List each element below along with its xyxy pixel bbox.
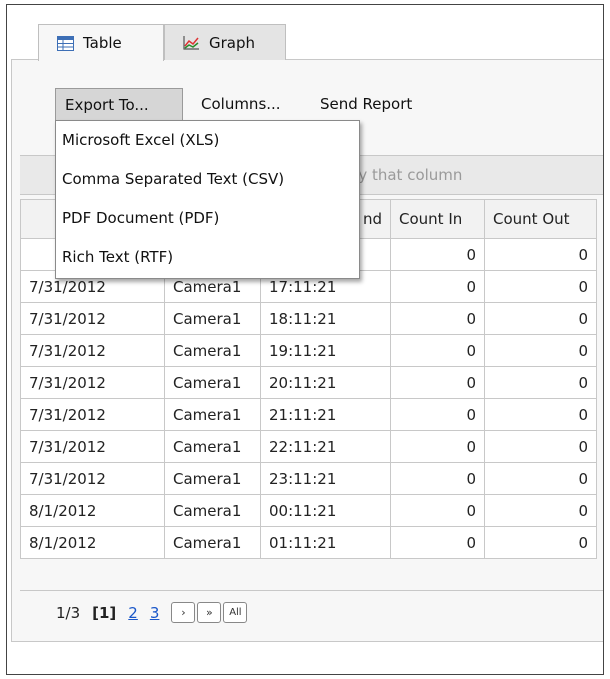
menu-item-csv[interactable]: Comma Separated Text (CSV) — [56, 160, 359, 199]
cell-count-out: 0 — [484, 398, 597, 431]
cell-date: 7/31/2012 — [20, 462, 165, 495]
cell-time: 00:11:21 — [260, 494, 391, 527]
line-chart-icon — [183, 35, 200, 50]
cell-count-in: 0 — [390, 334, 485, 367]
cell-count-out: 0 — [484, 526, 597, 559]
tab-table-label: Table — [83, 34, 122, 52]
cell-count-out: 0 — [484, 238, 597, 271]
page-info: 1/3 — [56, 603, 81, 622]
cell-date: 7/31/2012 — [20, 398, 165, 431]
column-header-count-in[interactable]: Count In — [390, 199, 485, 239]
table-row[interactable]: 7/31/2012 Camera1 18:11:21 0 0 — [20, 302, 597, 335]
table-row[interactable]: 8/1/2012 Camera1 01:11:21 0 0 — [20, 526, 597, 559]
cell-camera: Camera1 — [164, 462, 261, 495]
last-page-icon[interactable]: » — [197, 602, 222, 623]
cell-time: 21:11:21 — [260, 398, 391, 431]
export-menu: Microsoft Excel (XLS) Comma Separated Te… — [55, 120, 360, 279]
cell-count-in: 0 — [390, 430, 485, 463]
cell-date: 8/1/2012 — [20, 526, 165, 559]
cell-time: 18:11:21 — [260, 302, 391, 335]
cell-count-out: 0 — [484, 302, 597, 335]
cell-camera: Camera1 — [164, 526, 261, 559]
cell-date: 7/31/2012 — [20, 430, 165, 463]
cell-count-in: 0 — [390, 270, 485, 303]
show-all-button[interactable]: All — [223, 602, 248, 623]
cell-count-out: 0 — [484, 494, 597, 527]
cell-count-out: 0 — [484, 270, 597, 303]
menu-item-xls[interactable]: Microsoft Excel (XLS) — [56, 121, 359, 160]
cell-count-in: 0 — [390, 494, 485, 527]
pager: 1/3 [1] 2 3 › » All — [20, 590, 603, 634]
current-page: [1] — [92, 603, 117, 622]
table-row[interactable]: 7/31/2012 Camera1 20:11:21 0 0 — [20, 366, 597, 399]
cell-camera: Camera1 — [164, 398, 261, 431]
tab-graph-label: Graph — [209, 33, 256, 52]
export-to-button[interactable]: Export To... — [55, 88, 183, 120]
page-link-3[interactable]: 3 — [150, 604, 160, 622]
send-report-button[interactable]: Send Report — [320, 88, 412, 120]
cell-count-in: 0 — [390, 398, 485, 431]
cell-date: 7/31/2012 — [20, 302, 165, 335]
columns-button[interactable]: Columns... — [201, 88, 281, 120]
cell-camera: Camera1 — [164, 366, 261, 399]
cell-camera: Camera1 — [164, 334, 261, 367]
cell-camera: Camera1 — [164, 430, 261, 463]
page-link-2[interactable]: 2 — [128, 604, 138, 622]
cell-camera: Camera1 — [164, 302, 261, 335]
menu-item-pdf[interactable]: PDF Document (PDF) — [56, 199, 359, 238]
table-row[interactable]: 7/31/2012 Camera1 19:11:21 0 0 — [20, 334, 597, 367]
cell-count-out: 0 — [484, 334, 597, 367]
cell-count-in: 0 — [390, 302, 485, 335]
menu-item-rtf[interactable]: Rich Text (RTF) — [56, 238, 359, 277]
cell-count-in: 0 — [390, 366, 485, 399]
cell-count-out: 0 — [484, 462, 597, 495]
cell-time: 01:11:21 — [260, 526, 391, 559]
tab-graph[interactable]: Graph — [164, 24, 286, 60]
cell-date: 7/31/2012 — [20, 366, 165, 399]
table-row[interactable]: 7/31/2012 Camera1 23:11:21 0 0 — [20, 462, 597, 495]
cell-date: 8/1/2012 — [20, 494, 165, 527]
table-row[interactable]: 8/1/2012 Camera1 00:11:21 0 0 — [20, 494, 597, 527]
cell-time: 19:11:21 — [260, 334, 391, 367]
cell-count-out: 0 — [484, 366, 597, 399]
cell-count-in: 0 — [390, 238, 485, 271]
cell-count-out: 0 — [484, 430, 597, 463]
cell-time: 22:11:21 — [260, 430, 391, 463]
next-page-icon[interactable]: › — [171, 602, 196, 623]
table-row[interactable]: 7/31/2012 Camera1 21:11:21 0 0 — [20, 398, 597, 431]
table-row[interactable]: 7/31/2012 Camera1 22:11:21 0 0 — [20, 430, 597, 463]
cell-camera: Camera1 — [164, 494, 261, 527]
cell-count-in: 0 — [390, 526, 485, 559]
cell-time: 20:11:21 — [260, 366, 391, 399]
tab-table[interactable]: Table — [38, 24, 164, 61]
cell-date: 7/31/2012 — [20, 334, 165, 367]
cell-time: 23:11:21 — [260, 462, 391, 495]
table-icon — [57, 35, 74, 51]
column-header-count-out[interactable]: Count Out — [484, 199, 597, 239]
cell-count-in: 0 — [390, 462, 485, 495]
